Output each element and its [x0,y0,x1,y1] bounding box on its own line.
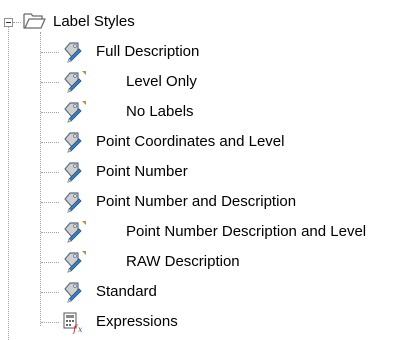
tree-item-label: Point Number and Description [96,193,297,210]
tree-item[interactable]: Point Number and Description [0,187,413,217]
tree-connector-item [41,262,59,263]
tree-item[interactable]: Point Coordinates and Level [0,127,413,157]
label-styles-tree: Label Styles Full Description Level Only N… [0,0,413,340]
tree-item-label: Full Description [96,43,200,60]
tree-item-label: Level Only [126,73,197,90]
label-style-icon [61,40,87,64]
collapse-toggle[interactable] [4,18,13,27]
svg-text:x: x [78,325,83,334]
label-style-child-icon [61,220,87,244]
tree-connector-item [41,142,59,143]
tree-item-label: Point Coordinates and Level [96,133,285,150]
label-style-icon [61,160,87,184]
label-style-child-icon [61,70,87,94]
tree-item[interactable]: Standard [0,277,413,307]
expressions-icon: fx [61,310,87,335]
label-style-child-icon [61,100,87,124]
tree-item-label: No Labels [126,103,194,120]
tree-item-label: Expressions [96,313,178,330]
tree-connector-item [41,322,59,323]
tree-connector-item [41,112,59,113]
tree-item[interactable]: Point Number [0,157,413,187]
tree-connector-item [41,292,59,293]
tree-connector-item [41,172,59,173]
label-style-child-icon [61,250,87,274]
tree-item[interactable]: No Labels [0,97,413,127]
label-style-icon [61,280,87,304]
label-style-icon [61,190,87,214]
tree-connector-item [41,82,59,83]
tree-item-label: RAW Description [126,253,240,270]
tree-connector-item [41,52,59,53]
tree-item[interactable]: Full Description [0,37,413,67]
tree-item-label: Point Number [96,163,188,180]
folder-open-icon [22,10,48,32]
tree-item-label: Standard [96,283,157,300]
tree-item[interactable]: f x Expressions [0,307,413,337]
tree-item[interactable]: Level Only [0,67,413,97]
root-node-label[interactable]: Label Styles [53,12,135,32]
label-style-icon [61,130,87,154]
tree-item-label: Point Number Description and Level [126,223,367,240]
tree-connector-item [41,232,59,233]
tree-connector-item [41,202,59,203]
tree-item[interactable]: RAW Description [0,247,413,277]
tree-item[interactable]: Point Number Description and Level [0,217,413,247]
tree-connector-root [13,22,21,23]
